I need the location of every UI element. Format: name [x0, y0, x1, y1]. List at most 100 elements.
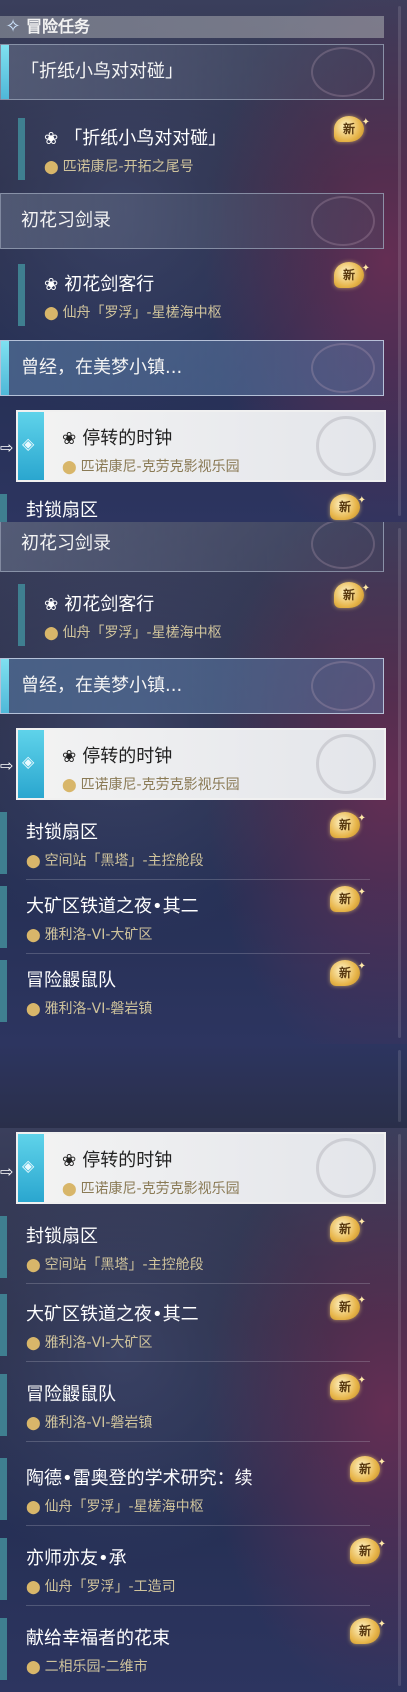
quest-location: 匹诺康尼-开拓之尾号	[62, 159, 194, 175]
quest-title: 冒险鼹鼠队	[26, 970, 116, 991]
location-pin-icon: ⬤	[26, 1500, 41, 1515]
category-emblem-icon	[311, 522, 375, 569]
panel-gap	[0, 1044, 407, 1128]
category-header: ✧ 冒险任务	[0, 16, 384, 38]
selection-cursor-icon: ⇨	[0, 756, 14, 775]
header-title: 冒险任务	[26, 17, 91, 36]
quest-title: 冒险鼹鼠队	[26, 1384, 116, 1405]
category-label: 曾经，在美梦小镇...	[21, 675, 183, 696]
location-pin-icon: ⬤	[44, 626, 59, 641]
location-pin-icon: ⬤	[26, 1660, 41, 1675]
quest-title: 封锁扇区	[26, 822, 98, 843]
quest-location: 雅利洛-VI-磐岩镇	[44, 1415, 153, 1431]
location-pin-icon: ⬤	[26, 1002, 41, 1017]
category-label: 曾经，在美梦小镇...	[21, 357, 183, 378]
new-badge-icon: 新	[350, 1450, 386, 1482]
category-label: 初花习剑录	[21, 533, 111, 554]
selection-cursor-icon: ⇨	[0, 438, 14, 457]
quest-item-railway-night[interactable]: 大矿区铁道之夜•其二 ⬤ 雅利洛-VI-大矿区	[0, 1288, 384, 1362]
quest-item-lockdown[interactable]: 封锁扇区 ⬤ 空间站「黑塔」-主控舱段	[0, 1210, 384, 1284]
new-badge-icon: 新	[330, 1288, 366, 1320]
quest-item-lockdown-partial[interactable]: 封锁扇区	[0, 488, 384, 522]
quest-title: 封锁扇区	[26, 500, 98, 521]
quest-location: 仙舟「罗浮」-星槎海中枢	[62, 625, 222, 641]
adventure-quest-icon: ❀	[44, 129, 59, 149]
quest-location: 匹诺康尼-克劳克影视乐园	[80, 777, 240, 793]
quest-title: 停转的时钟	[82, 746, 173, 767]
category-chuhua[interactable]: 初花习剑录	[0, 193, 384, 249]
quest-location: 雅利洛-VI-大矿区	[44, 1335, 153, 1351]
quest-location: 空间站「黑塔」-主控舱段	[44, 853, 204, 869]
category-chuhua[interactable]: 初花习剑录	[0, 522, 384, 572]
adventure-quest-icon: ❀	[44, 595, 59, 615]
location-pin-icon: ⬤	[44, 160, 59, 175]
quest-item-mentor[interactable]: 亦师亦友•承 ⬤ 仙舟「罗浮」-工造司	[0, 1532, 384, 1606]
category-paper-bird[interactable]: 「折纸小鸟对对碰」	[0, 44, 384, 100]
quest-location: 匹诺康尼-克劳克影视乐园	[80, 459, 240, 475]
quest-location: 空间站「黑塔」-主控舱段	[44, 1257, 204, 1273]
quest-item-mole-team[interactable]: 冒险鼹鼠队 ⬤ 雅利洛-VI-磐岩镇	[0, 954, 384, 1028]
quest-item-sword-guest[interactable]: ❀ 初花剑客行 ⬤ 仙舟「罗浮」-星槎海中枢	[0, 258, 384, 332]
new-badge-icon: 新	[330, 806, 366, 838]
new-badge-icon: 新	[330, 1368, 366, 1400]
quest-title: 停转的时钟	[82, 428, 173, 449]
quest-item-paper-bird[interactable]: ❀ 「折纸小鸟对对碰」 ⬤ 匹诺康尼-开拓之尾号	[0, 112, 384, 186]
quest-emblem-icon	[316, 416, 376, 476]
adventure-quest-icon: ❀	[62, 1151, 77, 1171]
quest-list-panel-1: ✧ 冒险任务 「折纸小鸟对对碰」 ❀ 「折纸小鸟对对碰」 ⬤ 匹诺康尼-开拓之尾号 …	[0, 0, 407, 522]
quest-item-stopped-clock-selected[interactable]: ❀停转的时钟 ⬤匹诺康尼-克劳克影视乐园	[16, 1132, 386, 1204]
category-emblem-icon	[311, 196, 375, 246]
quest-item-stopped-clock-selected[interactable]: ❀停转的时钟 ⬤匹诺康尼-克劳克影视乐园	[16, 410, 386, 482]
quest-location: 仙舟「罗浮」-星槎海中枢	[62, 305, 222, 321]
new-badge-icon: 新	[334, 576, 370, 608]
quest-item-sword-guest[interactable]: ❀ 初花剑客行 ⬤ 仙舟「罗浮」-星槎海中枢	[0, 578, 384, 652]
location-pin-icon: ⬤	[44, 306, 59, 321]
location-pin-icon: ⬤	[62, 778, 77, 793]
location-pin-icon: ⬤	[26, 928, 41, 943]
new-badge-icon: 新	[350, 1532, 386, 1564]
selection-cursor-icon: ⇨	[0, 1162, 14, 1181]
quest-title: 封锁扇区	[26, 1226, 98, 1247]
location-pin-icon: ⬤	[62, 460, 77, 475]
quest-list-panel-3: ⇨ ❀停转的时钟 ⬤匹诺康尼-克劳克影视乐园 封锁扇区 ⬤空间站「黑塔」-主控舱…	[0, 1128, 407, 1692]
new-badge-icon: 新	[334, 256, 370, 288]
quest-title: 「折纸小鸟对对碰」	[64, 128, 227, 149]
quest-item-stopped-clock-selected[interactable]: ❀停转的时钟 ⬤匹诺康尼-克劳克影视乐园	[16, 728, 386, 800]
quest-title: 大矿区铁道之夜•其二	[26, 1304, 199, 1325]
adventure-quest-icon: ❀	[62, 429, 77, 449]
quest-emblem-icon	[316, 1138, 376, 1198]
adventure-quest-icon: ❀	[44, 275, 59, 295]
quest-title: 献给幸福者的花束	[26, 1628, 170, 1649]
quest-item-bouquet[interactable]: 献给幸福者的花束 ⬤ 二相乐园-二维市	[0, 1612, 384, 1686]
category-emblem-icon	[311, 661, 375, 711]
quest-title: 亦师亦友•承	[26, 1548, 127, 1569]
quest-item-railway-night[interactable]: 大矿区铁道之夜•其二 ⬤ 雅利洛-VI-大矿区	[0, 880, 384, 954]
quest-title: 大矿区铁道之夜•其二	[26, 896, 199, 917]
diamond-star-icon: ✧	[5, 16, 21, 37]
quest-title: 初花剑客行	[64, 594, 155, 615]
quest-title: 陶德•雷奥登的学术研究：续	[26, 1468, 253, 1489]
quest-list-panel-2: 初花习剑录 ❀初花剑客行 ⬤仙舟「罗浮」-星槎海中枢 新 曾经，在美梦小镇...…	[0, 522, 407, 1044]
new-badge-icon: 新	[330, 880, 366, 912]
new-badge-icon: 新	[350, 1612, 386, 1644]
category-dream-town[interactable]: 曾经，在美梦小镇...	[0, 340, 384, 396]
quest-item-tao-de[interactable]: 陶德•雷奥登的学术研究：续 ⬤ 仙舟「罗浮」-星槎海中枢	[0, 1452, 384, 1526]
quest-emblem-icon	[316, 734, 376, 794]
new-badge-icon: 新	[330, 488, 366, 520]
location-pin-icon: ⬤	[26, 1258, 41, 1273]
location-pin-icon: ⬤	[26, 854, 41, 869]
category-dream-town[interactable]: 曾经，在美梦小镇...	[0, 658, 384, 714]
location-pin-icon: ⬤	[26, 1580, 41, 1595]
quest-item-mole-team[interactable]: 冒险鼹鼠队 ⬤ 雅利洛-VI-磐岩镇	[0, 1368, 384, 1442]
category-label: 「折纸小鸟对对碰」	[21, 61, 183, 82]
location-pin-icon: ⬤	[26, 1336, 41, 1351]
adventure-quest-icon: ❀	[62, 747, 77, 767]
quest-location: 仙舟「罗浮」-工造司	[44, 1579, 176, 1595]
quest-location: 仙舟「罗浮」-星槎海中枢	[44, 1499, 204, 1515]
location-pin-icon: ⬤	[62, 1182, 77, 1197]
quest-item-lockdown[interactable]: 封锁扇区 ⬤ 空间站「黑塔」-主控舱段	[0, 806, 384, 880]
category-emblem-icon	[311, 343, 375, 393]
location-pin-icon: ⬤	[26, 1416, 41, 1431]
quest-location: 二相乐园-二维市	[44, 1659, 148, 1675]
quest-location: 雅利洛-VI-磐岩镇	[44, 1001, 153, 1017]
